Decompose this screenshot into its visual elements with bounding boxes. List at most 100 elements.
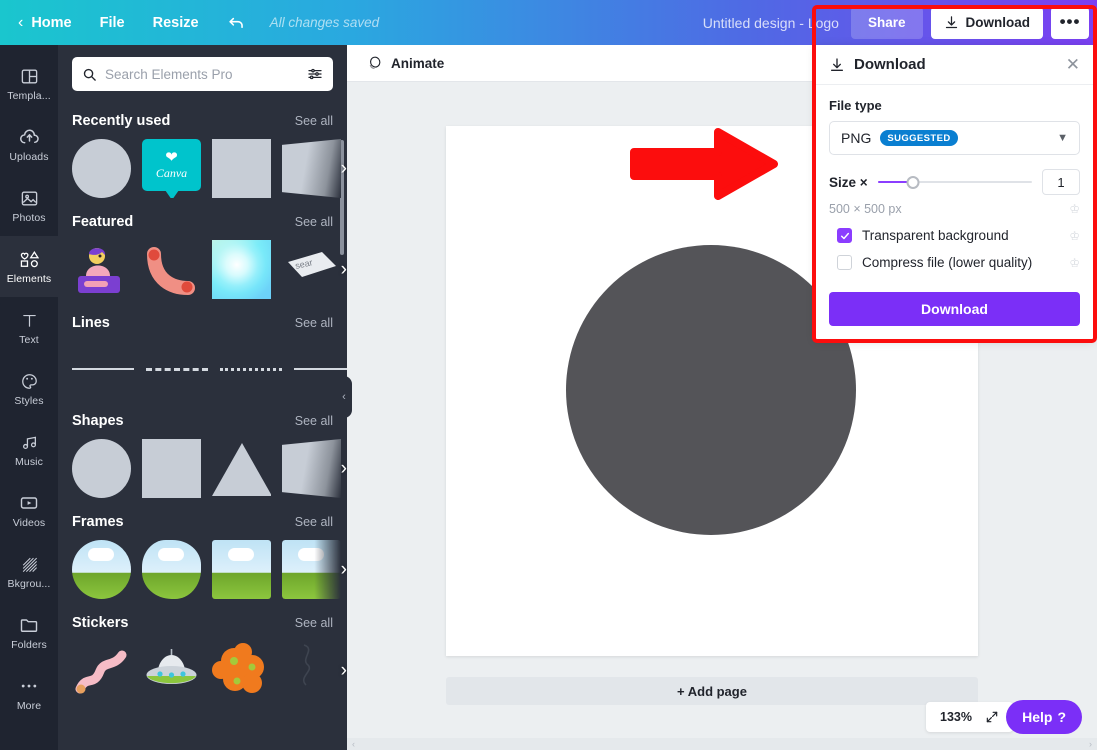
shape-partial[interactable] (282, 439, 341, 498)
sidebar-item-text[interactable]: Text (0, 297, 58, 358)
zoom-level: 133% (940, 710, 972, 724)
zoom-control[interactable]: 133% (926, 702, 1013, 732)
home-button[interactable]: ‹ Home (0, 0, 86, 45)
element-thumbnail[interactable]: ❤ Canva (142, 139, 201, 198)
more-options-button[interactable]: ••• (1051, 6, 1089, 39)
sticker-flower[interactable] (212, 641, 271, 700)
sidebar-label-background: Bkgrou... (7, 578, 51, 590)
size-value-input[interactable] (1042, 169, 1080, 195)
crown-pro-icon: ♔ (1069, 202, 1080, 216)
transparent-background-checkbox[interactable] (837, 228, 852, 243)
download-confirm-button[interactable]: Download (829, 292, 1080, 326)
sidebar-item-music[interactable]: Music (0, 419, 58, 480)
frame-partial[interactable] (282, 540, 341, 599)
element-thumbnail[interactable] (212, 139, 271, 198)
download-arrow-icon (831, 57, 843, 71)
add-page-button[interactable]: + Add page (446, 677, 978, 705)
section-header: Stickers See all (72, 615, 333, 631)
chevron-right-icon[interactable]: › (341, 158, 347, 180)
close-icon[interactable]: ✕ (1066, 56, 1080, 73)
line-dotted[interactable] (220, 367, 282, 371)
help-button[interactable]: Help ? (1006, 700, 1082, 734)
shape-triangle[interactable] (212, 439, 271, 498)
file-type-select[interactable]: PNG SUGGESTED ▼ (829, 121, 1080, 155)
slider-handle[interactable] (906, 175, 920, 189)
fullscreen-expand-icon[interactable] (985, 710, 999, 724)
see-all-featured[interactable]: See all (295, 215, 333, 229)
search-box[interactable] (72, 57, 333, 91)
see-all-recently-used[interactable]: See all (295, 114, 333, 128)
sticker-ufo[interactable] (142, 641, 201, 700)
frame-square[interactable] (212, 540, 271, 599)
scroll-right-icon[interactable]: › (1089, 739, 1092, 749)
see-all-frames[interactable]: See all (295, 515, 333, 529)
sidebar-item-uploads[interactable]: Uploads (0, 114, 58, 175)
ellipsis-icon (19, 675, 39, 697)
undo-button[interactable] (213, 0, 260, 45)
file-menu-button[interactable]: File (86, 0, 139, 45)
sidebar-label-styles: Styles (14, 395, 44, 407)
sidebar-item-background[interactable]: Bkgrou... (0, 541, 58, 602)
transparent-background-row[interactable]: Transparent background ♔ (829, 228, 1080, 243)
size-label: Size × (829, 174, 868, 190)
download-button[interactable]: Download (930, 6, 1043, 39)
horizontal-scrollbar[interactable]: ‹ › (347, 738, 1097, 750)
design-title[interactable]: Untitled design - Logo (703, 15, 839, 31)
dimensions-text: 500 × 500 px (829, 202, 902, 216)
sticker-partial[interactable] (282, 641, 341, 700)
sidebar-label-folders: Folders (11, 639, 47, 651)
compress-file-row[interactable]: Compress file (lower quality) ♔ (829, 255, 1080, 270)
line-dashed[interactable] (146, 367, 208, 371)
element-thumbnail-gradient[interactable] (212, 240, 271, 299)
frame-blob[interactable] (142, 540, 201, 599)
sidebar-item-folders[interactable]: Folders (0, 602, 58, 663)
sidebar-item-photos[interactable]: Photos (0, 175, 58, 236)
element-thumbnail[interactable] (282, 139, 341, 198)
element-thumbnail-shape[interactable] (142, 240, 201, 299)
element-thumbnail-illustration[interactable] (72, 240, 131, 299)
folder-icon (19, 614, 39, 636)
shape-square[interactable] (142, 439, 201, 498)
sidebar-item-videos[interactable]: Videos (0, 480, 58, 541)
thumbnail-row-shapes: › (72, 439, 347, 498)
download-label: Download (965, 15, 1031, 30)
share-button[interactable]: Share (850, 6, 923, 39)
chevron-right-icon[interactable]: › (341, 458, 347, 480)
chevron-right-icon[interactable]: › (341, 559, 347, 581)
element-thumbnail-arrow[interactable]: sear (282, 240, 341, 299)
frame-circle[interactable] (72, 540, 131, 599)
download-popover-header: Download ✕ (816, 45, 1093, 85)
file-type-label: File type (829, 98, 882, 113)
see-all-lines[interactable]: See all (295, 316, 333, 330)
line-arrow[interactable] (294, 368, 347, 370)
animate-button[interactable]: Animate (391, 56, 444, 71)
sidebar-item-styles[interactable]: Styles (0, 358, 58, 419)
panel-collapse-handle[interactable]: ‹ (336, 376, 352, 418)
resize-button[interactable]: Resize (139, 0, 213, 45)
sidebar-label-elements: Elements (6, 273, 52, 285)
search-input[interactable] (105, 66, 299, 82)
sidebar-item-more[interactable]: More (0, 663, 58, 724)
chevron-right-icon[interactable]: › (341, 259, 347, 281)
filter-sliders-icon[interactable] (307, 66, 323, 82)
sidebar-item-elements[interactable]: Elements (0, 228, 58, 305)
see-all-stickers[interactable]: See all (295, 616, 333, 630)
download-popover-body: File type PNG SUGGESTED ▼ Size × 500 × 5… (816, 85, 1093, 277)
line-solid[interactable] (72, 368, 134, 370)
checkmark-icon (840, 232, 849, 239)
see-all-shapes[interactable]: See all (295, 414, 333, 428)
chevron-right-icon[interactable]: › (341, 660, 347, 682)
suggested-badge: SUGGESTED (880, 130, 958, 146)
compress-file-checkbox[interactable] (837, 255, 852, 270)
squiggle-illustration (75, 650, 127, 694)
size-slider[interactable] (877, 175, 1032, 189)
scroll-left-icon[interactable]: ‹ (352, 739, 355, 749)
elements-panel: Recently used See all ❤ Canva › Featured (58, 45, 347, 750)
shape-circle[interactable] (72, 439, 131, 498)
top-toolbar: ‹ Home File Resize All changes saved Unt… (0, 0, 1097, 45)
sticker-squiggle[interactable] (72, 641, 131, 700)
element-thumbnail[interactable] (72, 139, 131, 198)
canvas-circle-element[interactable] (566, 245, 856, 535)
sidebar-item-templates[interactable]: Templa... (0, 53, 58, 114)
ufo-illustration (146, 649, 197, 684)
